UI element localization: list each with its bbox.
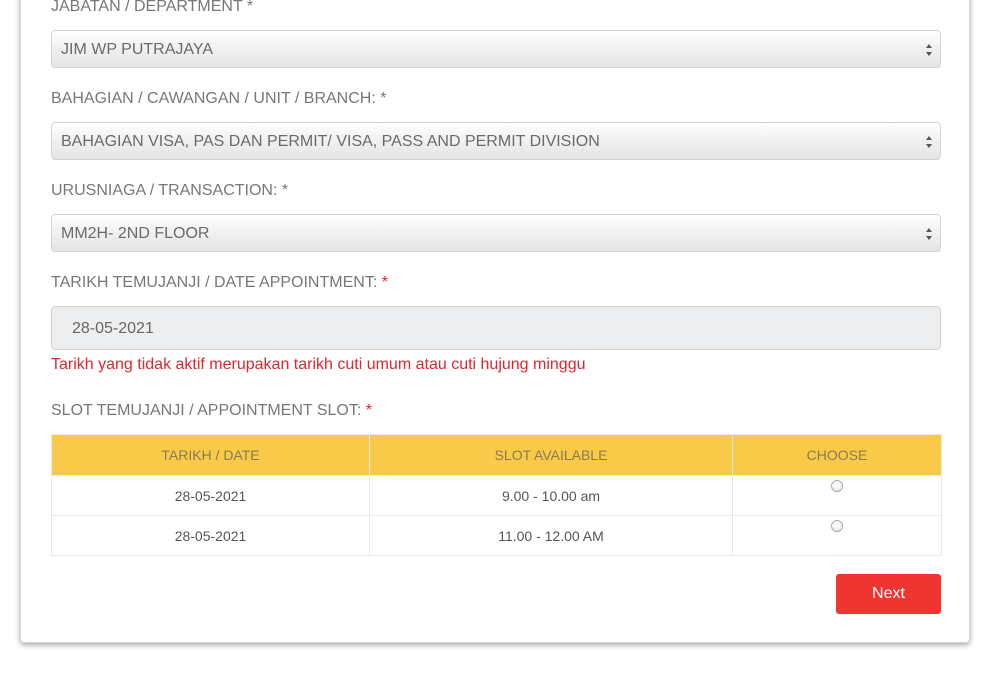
- department-select-value: JIM WP PUTRAJAYA: [61, 41, 214, 58]
- slot-time-cell: 9.00 - 10.00 am: [369, 475, 733, 516]
- appointment-slot-table: TARIKH / DATE SLOT AVAILABLE CHOOSE 28-0…: [51, 434, 942, 556]
- date-appointment-value: 28-05-2021: [72, 320, 154, 337]
- inactive-date-notice: Tarikh yang tidak aktif merupakan tarikh…: [51, 356, 586, 373]
- transaction-label: URUSNIAGA / TRANSACTION: *: [51, 182, 289, 199]
- date-appointment-label: TARIKH TEMUJANJI / DATE APPOINTMENT: *: [51, 274, 388, 292]
- slot-choose-cell: [732, 475, 942, 516]
- slot-time-cell: 11.00 - 12.00 AM: [369, 515, 733, 556]
- branch-select-value: BAHAGIAN VISA, PAS DAN PERMIT/ VISA, PAS…: [61, 133, 600, 150]
- table-row: 28-05-2021 9.00 - 10.00 am: [51, 475, 942, 516]
- appointment-slot-label: SLOT TEMUJANJI / APPOINTMENT SLOT: *: [51, 402, 372, 420]
- appointment-slot-label-text: SLOT TEMUJANJI / APPOINTMENT SLOT:: [51, 402, 362, 419]
- next-button[interactable]: Next: [836, 574, 941, 614]
- transaction-select[interactable]: MM2H- 2ND FLOOR: [51, 214, 941, 252]
- department-label: JABATAN / DEPARTMENT *: [51, 0, 254, 15]
- branch-label: BAHAGIAN / CAWANGAN / UNIT / BRANCH: *: [51, 90, 387, 107]
- updown-chevron-icon: [926, 136, 932, 148]
- column-header-date: TARIKH / DATE: [51, 434, 370, 476]
- table-header-row: TARIKH / DATE SLOT AVAILABLE CHOOSE: [51, 434, 942, 476]
- column-header-choose: CHOOSE: [732, 434, 942, 476]
- slot-date-cell: 28-05-2021: [51, 475, 370, 516]
- updown-chevron-icon: [926, 228, 932, 240]
- slot-choose-cell: [732, 515, 942, 556]
- branch-select[interactable]: BAHAGIAN VISA, PAS DAN PERMIT/ VISA, PAS…: [51, 122, 941, 160]
- radio-button-icon[interactable]: [831, 480, 843, 492]
- date-appointment-input[interactable]: 28-05-2021: [51, 306, 941, 350]
- slot-date-cell: 28-05-2021: [51, 515, 370, 556]
- transaction-select-value: MM2H- 2ND FLOOR: [61, 225, 210, 242]
- date-appointment-label-text: TARIKH TEMUJANJI / DATE APPOINTMENT:: [51, 274, 378, 291]
- required-mark: *: [381, 274, 388, 291]
- updown-chevron-icon: [926, 44, 932, 56]
- required-mark: *: [365, 402, 372, 419]
- department-select[interactable]: JIM WP PUTRAJAYA: [51, 30, 941, 68]
- column-header-slot: SLOT AVAILABLE: [369, 434, 733, 476]
- radio-button-icon[interactable]: [831, 520, 843, 532]
- table-row: 28-05-2021 11.00 - 12.00 AM: [51, 515, 942, 556]
